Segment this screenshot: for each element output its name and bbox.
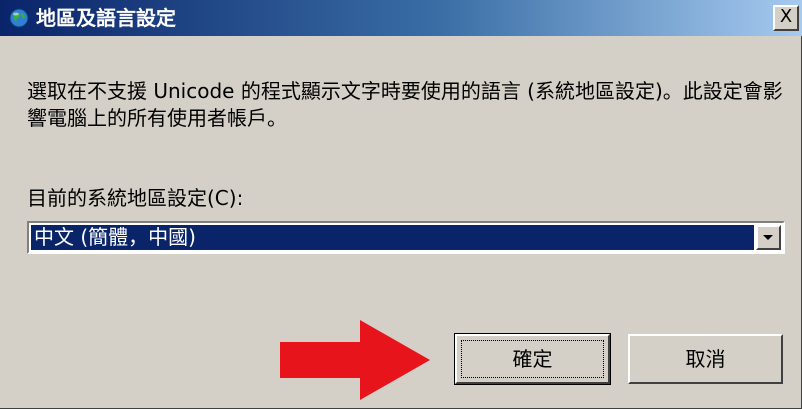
current-locale-label: 目前的系統地區設定(C): bbox=[27, 186, 244, 210]
window-title: 地區及語言設定 bbox=[36, 6, 176, 30]
red-arrow-icon bbox=[280, 320, 430, 400]
dropdown-arrow-button[interactable] bbox=[756, 225, 781, 250]
dialog-description: 選取在不支援 Unicode 的程式顯示文字時要使用的語言 (系統地區設定)。此… bbox=[27, 79, 783, 130]
title-bar[interactable]: 地區及語言設定 X bbox=[0, 0, 802, 36]
cancel-button-label: 取消 bbox=[685, 347, 726, 371]
system-locale-dropdown[interactable]: 中文 (簡體，中國) bbox=[27, 221, 785, 254]
close-button[interactable]: X bbox=[773, 5, 799, 31]
globe-icon bbox=[9, 8, 29, 28]
cancel-button[interactable]: 取消 bbox=[628, 334, 783, 384]
focus-rectangle bbox=[461, 340, 604, 378]
locale-dialog-window: 地區及語言設定 X 選取在不支援 Unicode 的程式顯示文字時要使用的語言 … bbox=[0, 0, 802, 409]
system-locale-selected-value: 中文 (簡體，中國) bbox=[31, 225, 754, 250]
chevron-down-icon bbox=[763, 235, 773, 240]
ok-button[interactable]: 確定 bbox=[454, 333, 611, 385]
